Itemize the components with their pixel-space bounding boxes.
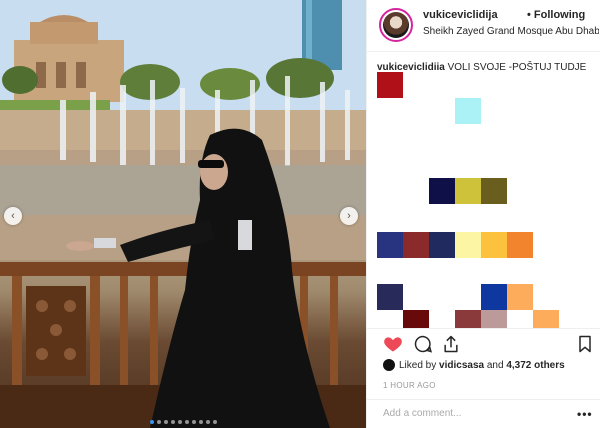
carousel-indicator [0,420,366,424]
emoji-block [455,232,481,258]
more-options-icon[interactable]: ••• [577,407,593,421]
emoji-block [403,310,429,328]
carousel-dot[interactable] [191,420,196,424]
liker-avatar[interactable] [383,359,395,371]
emoji-block [481,284,507,310]
emoji-block [533,310,559,328]
emoji-block [429,232,455,258]
comments-area: vukiceviclidiia VOLI SVOJE -POŠTUJ TUDJE [367,52,600,328]
likes-prefix: Liked by [399,359,440,371]
carousel-dot[interactable] [184,420,189,424]
caption: vukiceviclidiia VOLI SVOJE -POŠTUJ TUDJE [377,62,586,73]
post-sidebar: vukiceviclidija • Following Sheikh Zayed… [366,0,600,428]
caption-text: VOLI SVOJE -POŠTUJ TUDJE [444,62,587,73]
post-timestamp[interactable]: 1 HOUR AGO [383,381,436,390]
emoji-block [429,178,455,204]
emoji-block [507,284,533,310]
add-comment-bar: ••• [367,399,600,428]
username-link[interactable]: vukiceviclidija [423,9,498,21]
emoji-block [481,178,507,204]
comment-input[interactable] [383,408,563,419]
carousel-dot[interactable] [163,420,168,424]
likes-count[interactable]: 4,372 others [506,360,564,371]
carousel-dot[interactable] [212,420,217,424]
carousel-dot[interactable] [170,420,175,424]
photo-scene [0,0,366,428]
action-bar: Liked by vidicsasa and 4,372 others 1 HO… [367,328,600,428]
post-photo[interactable]: ‹ › [0,0,366,428]
bookmark-icon[interactable] [575,334,595,354]
share-icon[interactable] [441,334,461,354]
likes-middle: and [484,359,507,371]
carousel-dot[interactable] [198,420,203,424]
emoji-block [481,232,507,258]
carousel-dot[interactable] [177,420,182,424]
emoji-block [507,232,533,258]
carousel-prev-button[interactable]: ‹ [4,207,22,225]
avatar[interactable] [379,8,413,42]
carousel-dot[interactable] [149,420,154,424]
emoji-block [377,232,403,258]
emoji-block [377,72,403,98]
chevron-right-icon: › [347,210,351,222]
emoji-block [377,284,403,310]
emoji-block [455,178,481,204]
carousel-next-button[interactable]: › [340,207,358,225]
heart-icon[interactable] [383,334,403,354]
emoji-block [455,310,481,328]
chevron-left-icon: ‹ [11,210,15,222]
emoji-block [403,232,429,258]
post-header: vukiceviclidija • Following Sheikh Zayed… [367,0,600,52]
liker-username[interactable]: vidicsasa [439,360,484,371]
following-button[interactable]: • Following [527,9,585,21]
likes-summary: Liked by vidicsasa and 4,372 others [383,359,565,371]
location-link[interactable]: Sheikh Zayed Grand Mosque Abu Dhabi, U..… [423,26,599,37]
comment-icon[interactable] [413,334,433,354]
emoji-block [455,98,481,124]
emoji-block [481,310,507,328]
carousel-dot[interactable] [205,420,210,424]
carousel-dot[interactable] [156,420,161,424]
